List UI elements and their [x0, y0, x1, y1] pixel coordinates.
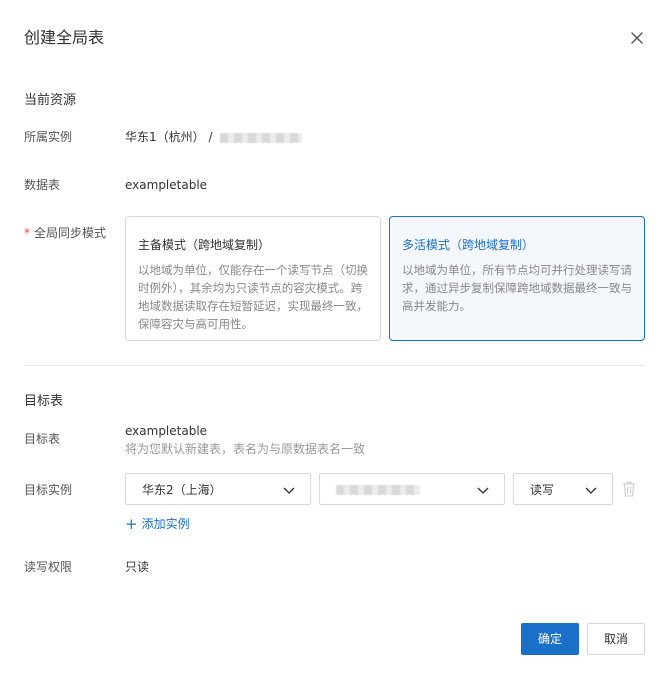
mode-card-active-standby[interactable]: 主备模式（跨地域复制） 以地域为单位，仅能存在一个读写节点（切换时例外），其余均…: [125, 216, 381, 341]
instance-value: 华东1（杭州） /: [125, 129, 303, 145]
section-divider: [24, 365, 645, 366]
required-marker: *: [24, 226, 30, 240]
target-table-value: exampletable: [125, 424, 208, 438]
instance-region: 华东1（杭州）: [125, 130, 205, 144]
sync-mode-label: * 全局同步模式: [24, 225, 106, 241]
plus-icon: +: [125, 515, 138, 533]
dialog-title: 创建全局表: [24, 28, 105, 47]
sync-mode-label-text: 全局同步模式: [34, 226, 107, 240]
add-instance-label: 添加实例: [141, 517, 190, 531]
masked-target-instance: [336, 485, 420, 495]
target-instance-label: 目标实例: [24, 483, 73, 497]
close-icon[interactable]: [628, 29, 646, 47]
permission-select-value: 读写: [530, 483, 555, 497]
mode-card-title: 多活模式（跨地域复制）: [402, 238, 535, 252]
instance-label: 所属实例: [24, 130, 73, 144]
mode-card-active-active[interactable]: 多活模式（跨地域复制） 以地域为单位，所有节点均可并行处理读写请求，通过异步复制…: [389, 216, 645, 341]
chevron-down-icon: [585, 487, 597, 494]
mode-card-description: 以地域为单位，仅能存在一个读写节点（切换时例外），其余均为只读节点的容灾模式。跨…: [138, 263, 368, 331]
masked-instance-name: [220, 132, 303, 143]
section-title-current-resource: 当前资源: [24, 93, 77, 108]
table-label: 数据表: [24, 178, 61, 192]
target-instance-select[interactable]: [319, 473, 505, 505]
target-table-label: 目标表: [24, 432, 61, 446]
section-title-target: 目标表: [24, 394, 64, 409]
chevron-down-icon: [283, 487, 295, 494]
permission-select[interactable]: 读写: [513, 473, 613, 505]
target-table-hint: 将为您默认新建表，表名为与原数据表名一致: [125, 442, 366, 456]
rw-permission-value: 只读: [125, 560, 150, 574]
trash-icon[interactable]: [622, 481, 636, 497]
mode-card-title: 主备模式（跨地域复制）: [138, 238, 271, 252]
add-instance-link[interactable]: + 添加实例: [125, 516, 190, 532]
chevron-down-icon: [477, 487, 489, 494]
region-select-value: 华东2（上海）: [142, 483, 222, 497]
cancel-button[interactable]: 取消: [587, 623, 645, 655]
confirm-button[interactable]: 确定: [521, 623, 579, 655]
instance-separator: /: [208, 130, 213, 144]
rw-permission-label: 读写权限: [24, 560, 73, 574]
region-select[interactable]: 华东2（上海）: [125, 473, 311, 505]
table-value: exampletable: [125, 178, 208, 192]
mode-card-description: 以地域为单位，所有节点均可并行处理读写请求，通过异步复制保障跨地域数据最终一致与…: [402, 263, 632, 313]
create-global-table-dialog: 创建全局表 当前资源 所属实例 华东1（杭州） / 数据表 exampletab…: [0, 0, 670, 679]
